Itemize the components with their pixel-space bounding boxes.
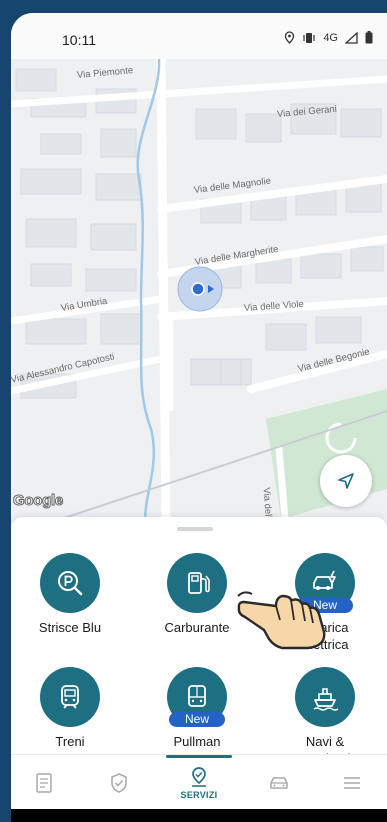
status-icons: 4G	[284, 31, 373, 44]
nav-item-shield[interactable]	[89, 755, 149, 810]
service-strisce-blu[interactable]: Strisce Blu	[14, 553, 126, 636]
parking-search-icon	[58, 571, 83, 596]
service-icon-circle	[40, 553, 100, 613]
navigation-arrow-icon	[338, 473, 354, 489]
service-label: Pullman	[173, 734, 221, 749]
servizi-icon	[192, 766, 206, 787]
train-icon	[61, 685, 79, 709]
location-pin-icon	[285, 31, 295, 44]
document-icon	[36, 772, 52, 793]
service-icon-circle	[40, 667, 100, 727]
ship-icon	[313, 688, 339, 711]
shield-icon	[111, 772, 127, 793]
service-navi-traghetti[interactable]: Navi & Traghetti	[269, 667, 381, 767]
service-label: Treni	[55, 734, 85, 749]
sheet-drag-handle[interactable]	[177, 527, 213, 531]
nav-item-servizi[interactable]: SERVIZI	[169, 755, 229, 810]
vibrate-icon	[303, 32, 315, 43]
network-type: 4G	[323, 31, 338, 44]
new-badge: New	[169, 712, 225, 727]
service-treni[interactable]: Treni	[14, 667, 126, 750]
nav-item-documents[interactable]	[14, 755, 74, 810]
locate-me-button[interactable]	[320, 455, 372, 507]
bottom-navigation: SERVIZI	[11, 754, 387, 810]
nav-item-vehicles[interactable]	[249, 755, 309, 810]
nav-item-menu[interactable]	[322, 755, 382, 810]
bus-icon	[188, 685, 206, 707]
phone-screen: 10:11 4G Via Piemonte Via dei Gerani Via…	[11, 13, 387, 822]
service-pullman[interactable]: New Pullman	[141, 667, 253, 750]
service-label: Strisce Blu	[38, 620, 102, 635]
tap-hint-hand-icon	[237, 591, 326, 650]
car-icon	[270, 776, 288, 789]
fuel-pump-icon	[188, 572, 210, 594]
system-gesture-bar	[11, 809, 387, 822]
status-time: 10:11	[62, 32, 96, 48]
status-bar: 10:11 4G	[11, 13, 387, 59]
menu-icon	[344, 776, 360, 789]
map-view[interactable]: Via Piemonte Via dei Gerani Via delle Ma…	[11, 54, 387, 534]
service-icon-circle: New	[167, 667, 227, 727]
nav-active-label: SERVIZI	[180, 789, 218, 800]
device-frame: 10:11 4G Via Piemonte Via dei Gerani Via…	[0, 0, 387, 822]
battery-icon	[365, 31, 373, 44]
service-icon-circle	[167, 553, 227, 613]
signal-icon	[345, 31, 358, 44]
google-logo: Google	[13, 492, 64, 510]
service-icon-circle	[295, 667, 355, 727]
